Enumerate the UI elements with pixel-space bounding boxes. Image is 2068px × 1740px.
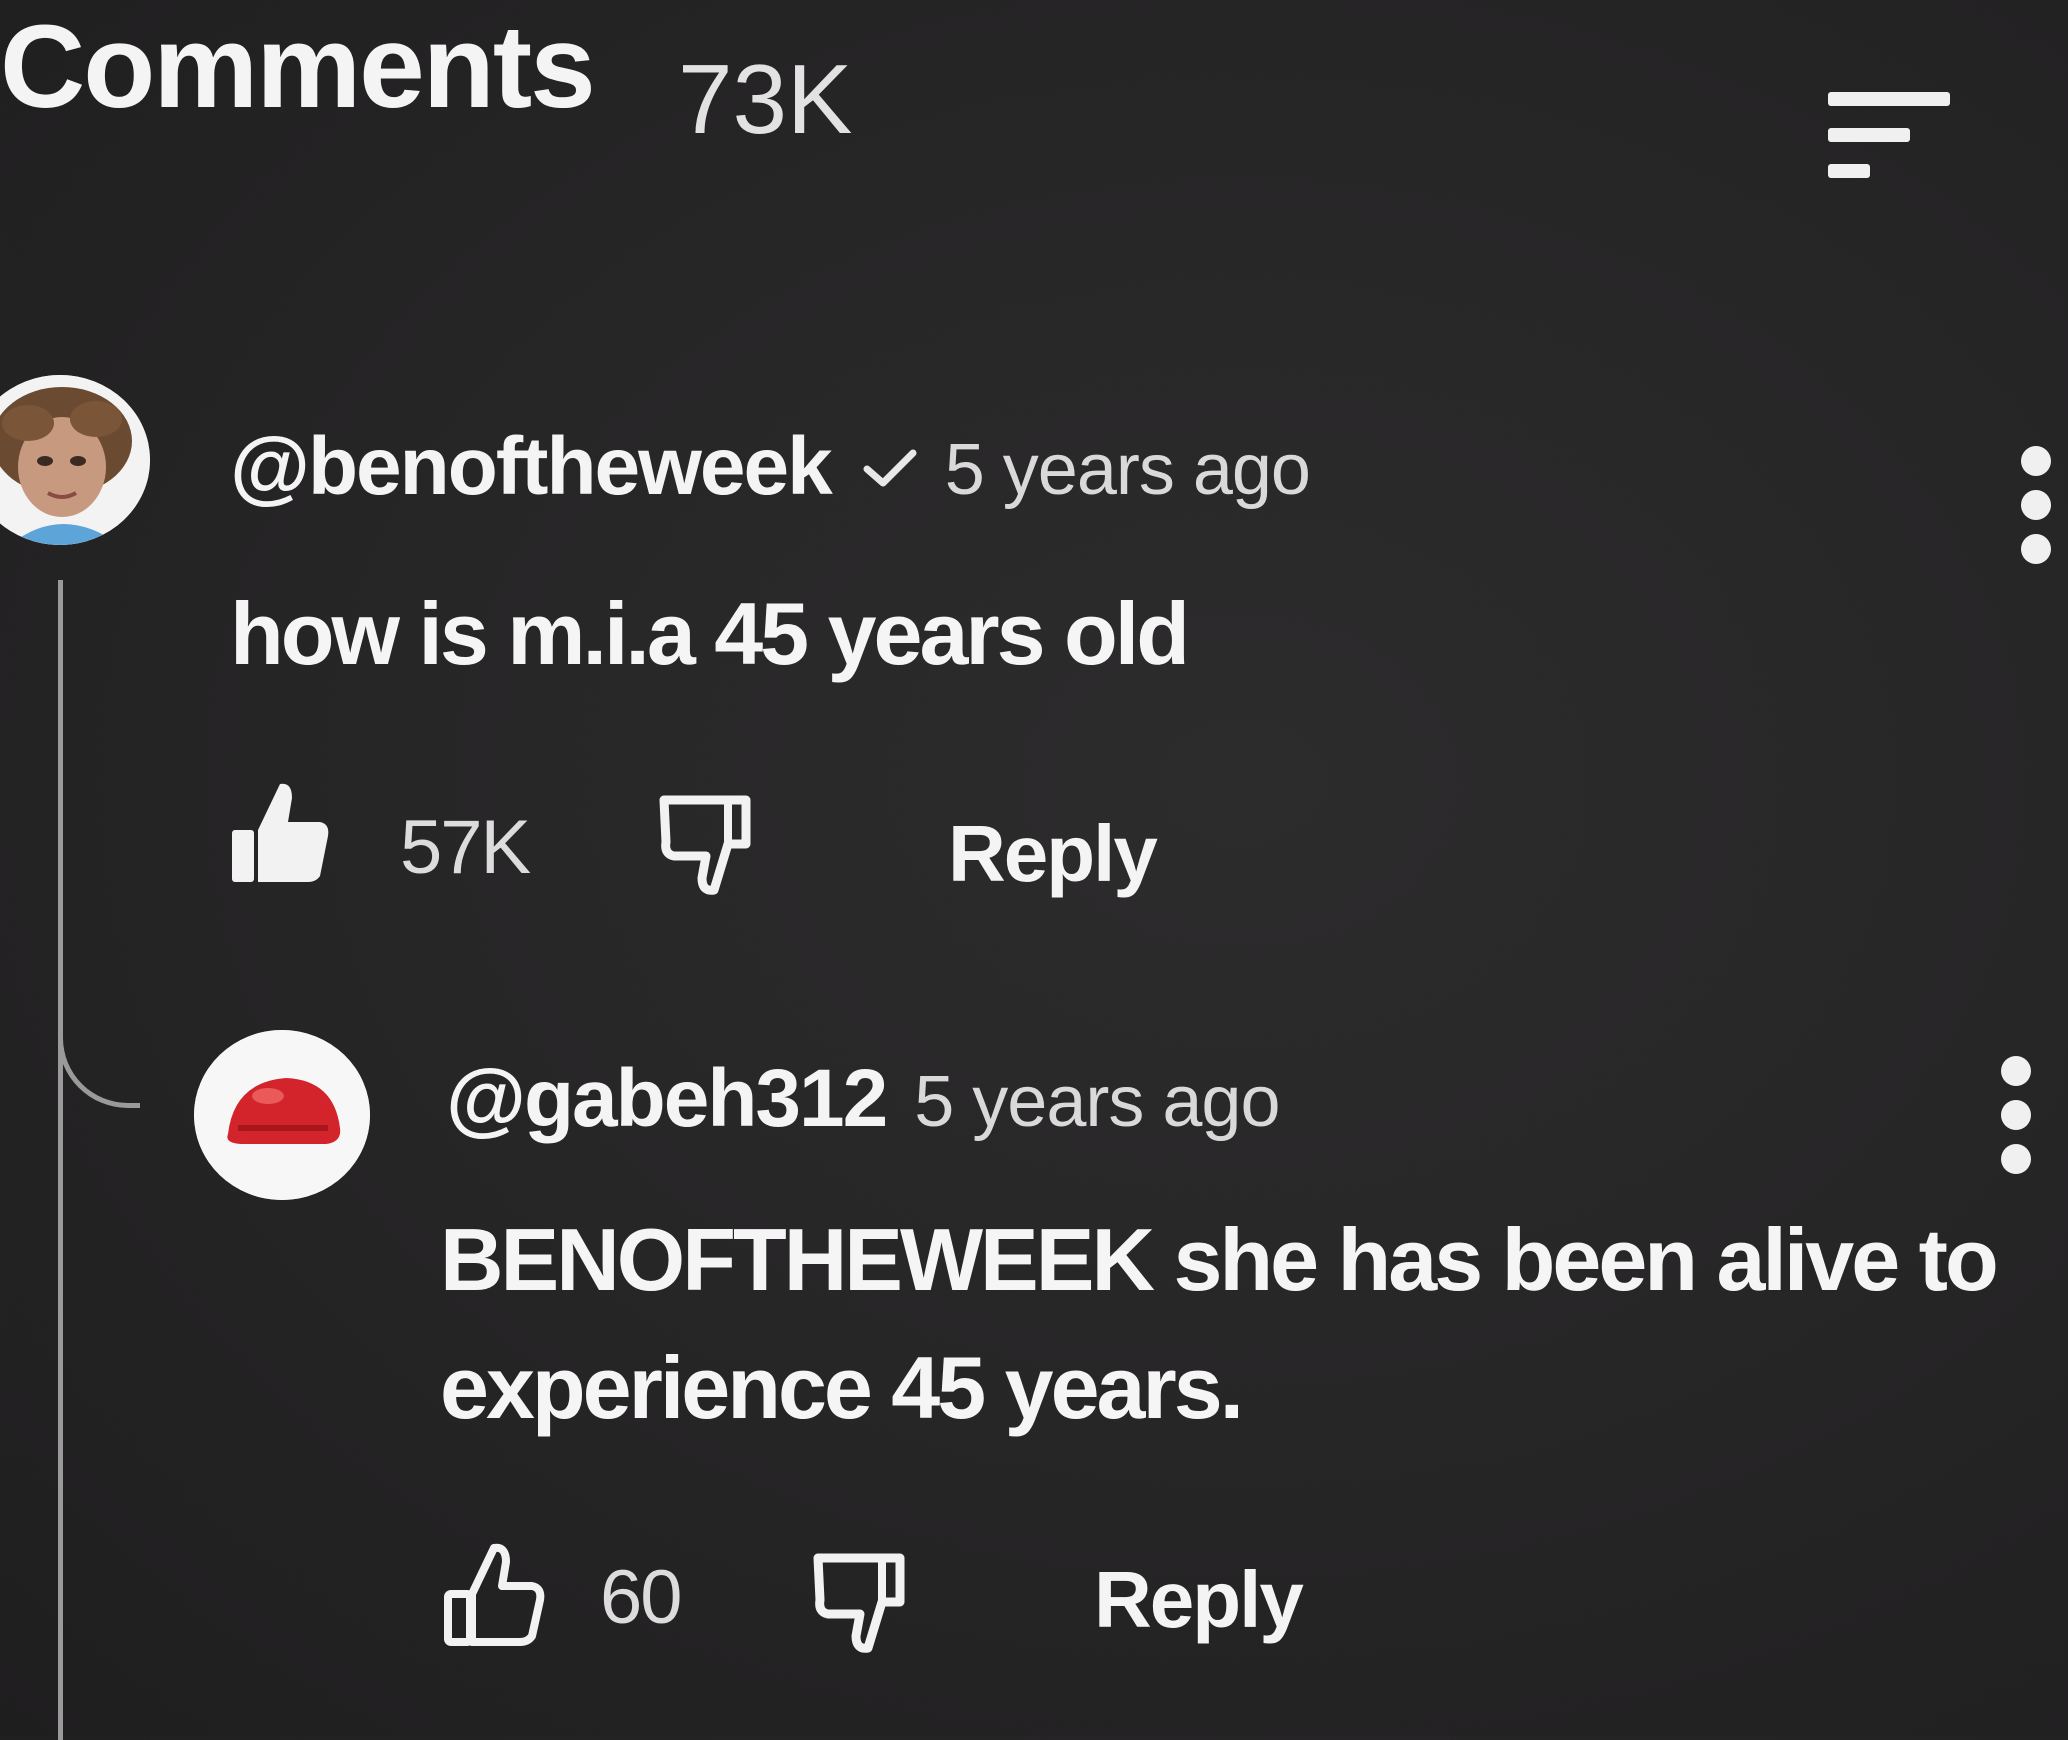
- sort-comments-button[interactable]: [1810, 92, 1970, 202]
- reply-thread-line: [58, 580, 63, 1740]
- comment-text: BENOFTHEWEEK she has been alive to exper…: [440, 1210, 1999, 1437]
- comment-timestamp[interactable]: 5 years ago: [945, 429, 1311, 511]
- comment-meta: @benoftheweek 5 years ago: [230, 420, 1311, 514]
- reply-thread-connector: [58, 1018, 140, 1108]
- comment-author[interactable]: @gabeh312: [446, 1052, 888, 1146]
- dislike-button[interactable]: [658, 790, 758, 900]
- like-count: 57K: [400, 805, 531, 890]
- like-button[interactable]: [228, 778, 334, 888]
- thumbs-down-outline-icon: [813, 1553, 905, 1653]
- like-button[interactable]: [442, 1540, 548, 1650]
- reply-button[interactable]: Reply: [1094, 1560, 1304, 1640]
- reply-button[interactable]: Reply: [948, 814, 1158, 894]
- verified-check-icon: [863, 449, 917, 487]
- thumbs-down-outline-icon: [659, 795, 751, 895]
- dislike-button[interactable]: [812, 1548, 912, 1658]
- thumbs-up-outline-icon: [444, 1543, 545, 1646]
- like-count: 60: [600, 1555, 683, 1640]
- comments-count: 73K: [678, 44, 853, 154]
- comment-meta: @gabeh312 5 years ago: [446, 1052, 1281, 1146]
- comment-author[interactable]: @benoftheweek: [230, 420, 833, 514]
- comments-heading: Comments: [0, 1, 596, 133]
- comment-timestamp[interactable]: 5 years ago: [914, 1061, 1280, 1143]
- avatar-benoftheweek[interactable]: [0, 375, 150, 545]
- thumbs-up-filled-icon: [232, 783, 329, 882]
- comment-options-button[interactable]: [1995, 1050, 2035, 1180]
- comment-text: how is m.i.a 45 years old: [230, 584, 1190, 683]
- comment-options-button[interactable]: [2015, 440, 2055, 570]
- avatar-gabeh312[interactable]: [194, 1030, 370, 1200]
